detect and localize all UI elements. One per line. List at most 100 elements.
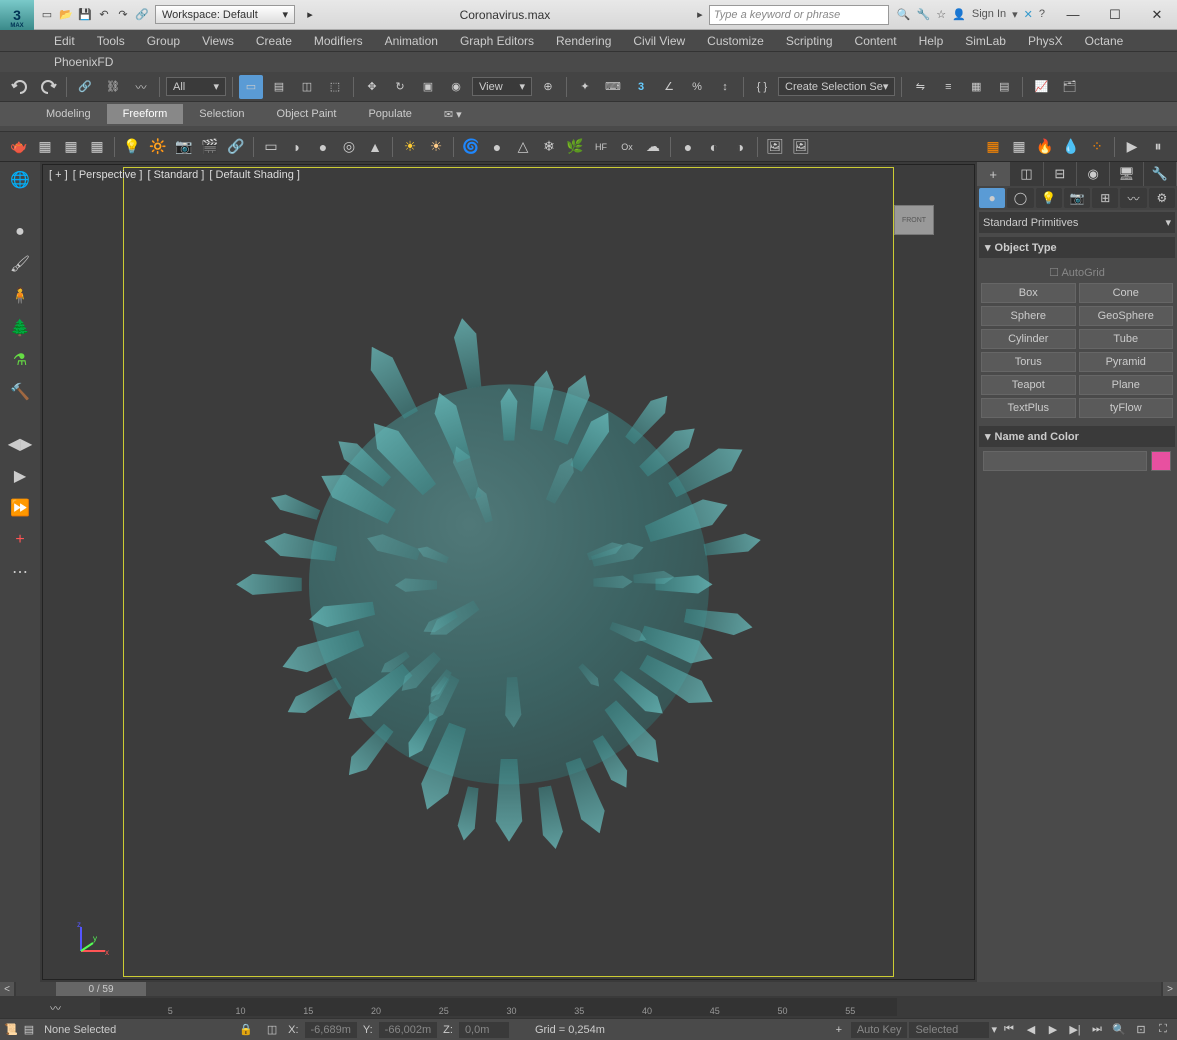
particles-icon[interactable]: ⁘ [1086,136,1108,158]
toggle-icon[interactable]: ▤ [992,75,1016,99]
menu-graph-editors[interactable]: Graph Editors [450,31,544,51]
menu-physx[interactable]: PhysX [1018,31,1073,51]
render2-icon[interactable]: 🖼 [790,136,812,158]
menu-modifiers[interactable]: Modifiers [304,31,373,51]
chevron-down-icon[interactable]: ▾ [991,1023,997,1036]
disc-icon[interactable]: ◎ [338,136,360,158]
hierarchy-tab-icon[interactable]: ⊟ [1044,162,1077,186]
ribbon-tab-selection[interactable]: Selection [183,104,260,124]
menu-edit[interactable]: Edit [44,31,85,51]
placement-icon[interactable]: ◉ [444,75,468,99]
x-coord[interactable]: -6,689m [305,1022,357,1038]
unlink-icon[interactable]: ⛓ [101,75,125,99]
sun-icon[interactable]: ☀ [399,136,421,158]
flask-icon[interactable]: ⚗ [6,346,34,374]
manipulate-icon[interactable]: ✦ [573,75,597,99]
open-icon[interactable]: 📂 [57,6,75,24]
create-plane-button[interactable]: Plane [1079,375,1174,395]
tree-icon[interactable]: 🌲 [6,314,34,342]
helpers-icon[interactable]: ⊞ [1092,188,1118,208]
menu-create[interactable]: Create [246,31,302,51]
light1-icon[interactable]: 💡 [121,136,143,158]
create-pyramid-button[interactable]: Pyramid [1079,352,1174,372]
find-icon[interactable]: 🔍 [897,8,911,21]
grid1-icon[interactable]: ▦ [34,136,56,158]
create-torus-button[interactable]: Torus [981,352,1076,372]
select-region-icon[interactable]: ◫ [295,75,319,99]
autogrid-checkbox[interactable]: ☐ AutoGrid [981,262,1173,283]
keyfilter-dropdown[interactable]: Selected [909,1022,989,1038]
sun2-icon[interactable]: ☀ [425,136,447,158]
menu-help[interactable]: Help [909,31,954,51]
signin-button[interactable]: Sign In [972,8,1006,21]
mat2-icon[interactable]: ◐ [703,136,725,158]
ribbon-tab-object-paint[interactable]: Object Paint [261,104,353,124]
figure-icon[interactable]: 🧍 [6,282,34,310]
globe-icon[interactable]: 🌐 [6,166,34,194]
x-app-icon[interactable]: ✕ [1024,8,1033,21]
prev-frame-icon[interactable]: ◀ [1021,1021,1041,1039]
dome-icon[interactable]: ◗ [286,136,308,158]
brush-icon[interactable]: 🖌 [6,250,34,278]
object-name-input[interactable] [983,451,1147,471]
light2-icon[interactable]: 🔆 [147,136,169,158]
menu-octane[interactable]: Octane [1075,31,1134,51]
viewport[interactable]: [ + ] [ Perspective ] [ Standard ] [ Def… [42,164,975,980]
chevron-right-icon[interactable]: ▸ [691,6,709,24]
cone-icon[interactable]: ▲ [364,136,386,158]
workspace-dropdown[interactable]: Workspace: Default ▾ [155,5,295,24]
mirror-icon[interactable]: ⇋ [908,75,932,99]
clapper-icon[interactable]: 🎬 [199,136,221,158]
viewport-label[interactable]: [ + ] [ Perspective ] [ Standard ] [ Def… [49,169,302,181]
create-geosphere-button[interactable]: GeoSphere [1079,306,1174,326]
rotate-icon[interactable]: ↻ [388,75,412,99]
water-icon[interactable]: 💧 [1060,136,1082,158]
goto-end-icon[interactable]: ⏭ [1087,1021,1107,1039]
menu-simlab[interactable]: SimLab [955,31,1016,51]
display-tab-icon[interactable]: 🖥 [1110,162,1143,186]
play-icon[interactable]: ▶ [1043,1021,1063,1039]
rollout-header[interactable]: ▾Name and Color [979,426,1175,447]
utilities-tab-icon[interactable]: 🔧 [1144,162,1177,186]
teapot-icon[interactable]: 🫖 [8,136,30,158]
angle-snap-icon[interactable]: ∠ [657,75,681,99]
close-button[interactable]: ✕ [1137,1,1177,29]
play-icon[interactable]: ▶ [1121,136,1143,158]
menu-animation[interactable]: Animation [375,31,448,51]
help-icon[interactable]: ? [1039,8,1045,21]
project-icon[interactable]: 🔗 [133,6,151,24]
menu-content[interactable]: Content [845,31,907,51]
hf-icon[interactable]: HF [590,136,612,158]
curve-editor-icon[interactable]: 📈 [1029,75,1053,99]
extra-icon[interactable]: ⋯ [6,558,34,586]
coord-dropdown[interactable]: View▾ [472,77,532,96]
time-slider-track[interactable]: 0 / 59 [16,982,1161,996]
grass-icon[interactable]: 🌿 [564,136,586,158]
redo-icon[interactable] [36,75,60,99]
menu-scripting[interactable]: Scripting [776,31,843,51]
align-icon[interactable]: ≡ [936,75,960,99]
view-cube[interactable]: FRONT [894,205,934,235]
link-icon[interactable]: 🔗 [73,75,97,99]
percent-snap-icon[interactable]: % [685,75,709,99]
create-tab-icon[interactable]: + [977,162,1010,186]
chevron-down-icon[interactable]: ▾ [1012,8,1018,21]
select-object-icon[interactable]: ▭ [239,75,263,99]
selection-set-dropdown[interactable]: Create Selection Se▾ [778,77,895,96]
modify-tab-icon[interactable]: ◫ [1010,162,1043,186]
search-input[interactable]: Type a keyword or phrase [709,5,889,25]
autokey-button[interactable]: Auto Key [851,1022,908,1038]
select-name-icon[interactable]: ▤ [267,75,291,99]
fx2-icon[interactable]: ▦ [1008,136,1030,158]
save-icon[interactable]: 💾 [76,6,94,24]
grid3-icon[interactable]: ▦ [86,136,108,158]
hammer-icon[interactable]: 🔨 [6,378,34,406]
time-slider-thumb[interactable]: 0 / 59 [56,982,146,996]
camera-icon[interactable]: 📷 [173,136,195,158]
lock-icon[interactable]: 🔒 [236,1021,256,1039]
prev-key-icon[interactable]: < [0,982,14,996]
shapes-icon[interactable]: ◯ [1007,188,1033,208]
color-swatch[interactable] [1151,451,1171,471]
fur-icon[interactable]: 🌀 [460,136,482,158]
isolate-icon[interactable]: ◫ [262,1021,282,1039]
